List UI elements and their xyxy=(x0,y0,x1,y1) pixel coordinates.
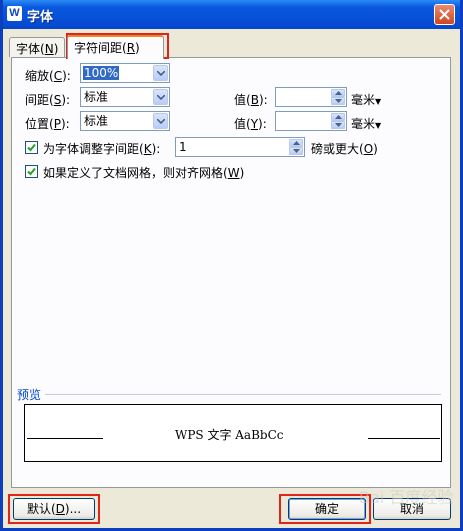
spacing-value-hotkey: B xyxy=(250,93,259,107)
arrow-up-icon xyxy=(335,91,342,95)
preview-box: WPS 文字 AaBbCc xyxy=(24,404,442,462)
position-value-spinner[interactable] xyxy=(275,111,347,131)
scale-dropdown-button[interactable] xyxy=(153,65,168,81)
position-label-text: 位置 xyxy=(25,117,50,131)
grid-align-hotkey: W xyxy=(227,166,240,180)
position-unit-label: 毫米 xyxy=(351,117,376,131)
kerning-hotkey: K xyxy=(143,142,152,156)
caret-down-icon: ▼ xyxy=(375,97,382,106)
arrow-down-icon xyxy=(335,99,342,103)
chevron-down-icon xyxy=(157,95,165,100)
close-button[interactable] xyxy=(434,4,455,25)
position-value-down-button[interactable] xyxy=(331,121,345,129)
scale-label-text: 缩放 xyxy=(25,69,50,83)
spacing-hotkey: S xyxy=(53,93,62,107)
spacing-select[interactable]: 标准 xyxy=(80,87,170,107)
position-value-hotkey: Y xyxy=(250,117,259,131)
kerning-down-button[interactable] xyxy=(289,147,303,155)
wps-writer-icon: W xyxy=(7,6,22,21)
default-button-ellipsis: ... xyxy=(69,502,82,516)
kerning-size-spinner[interactable]: 1 xyxy=(175,137,305,157)
grid-align-label-text: 如果定义了文档网格，则对齐网格 xyxy=(43,166,224,180)
tab-character-spacing[interactable]: 字符间距(R) xyxy=(67,35,164,59)
default-button-label: 默认 xyxy=(26,502,51,516)
position-value-up-button[interactable] xyxy=(331,113,345,121)
default-button-hotkey: D xyxy=(55,502,65,516)
position-hotkey: P xyxy=(53,117,61,131)
grid-align-checkbox[interactable] xyxy=(25,165,38,178)
scale-hotkey: C xyxy=(53,69,63,83)
kerning-suffix-text: 磅或更大 xyxy=(311,142,360,156)
checkmark-icon xyxy=(27,167,36,176)
checkmark-icon xyxy=(27,143,36,152)
watermark: Bai 百度经验 xyxy=(359,488,454,507)
spacing-dropdown-button[interactable] xyxy=(153,89,168,105)
kerning-size-input[interactable]: 1 xyxy=(179,140,187,154)
font-dialog: W 字体 字体(N) 字符间距(R) 缩放(C): 100% 间距(S): 标准… xyxy=(0,0,463,531)
position-value: 标准 xyxy=(84,114,109,128)
spacing-value-down-button[interactable] xyxy=(331,97,345,105)
scale-value: 100% xyxy=(83,66,120,80)
tab-font[interactable]: 字体(N) xyxy=(9,37,65,57)
preview-sample-text: WPS 文字 AaBbCc xyxy=(175,428,284,442)
preview-baseline-left xyxy=(27,438,103,439)
tab-font-hotkey: N xyxy=(44,42,54,56)
default-button[interactable]: 默认(D)... xyxy=(13,498,95,520)
arrow-up-icon xyxy=(335,115,342,119)
position-label: 位置(P): xyxy=(25,117,70,131)
chevron-down-icon xyxy=(157,119,165,124)
kerning-suffix: 磅或更大(O) xyxy=(311,142,378,156)
arrow-down-icon xyxy=(335,123,342,127)
spacing-value: 标准 xyxy=(84,90,109,104)
title-bar[interactable]: W 字体 xyxy=(3,0,460,29)
kerning-suffix-hotkey: O xyxy=(363,142,374,156)
position-value-label: 值(Y): xyxy=(234,117,267,131)
position-dropdown-button[interactable] xyxy=(153,113,168,129)
window-title: 字体 xyxy=(27,10,54,25)
scale-label: 缩放(C): xyxy=(25,69,71,83)
position-value-label-text: 值 xyxy=(234,117,247,131)
position-select[interactable]: 标准 xyxy=(80,111,170,131)
ok-button[interactable]: 确定 xyxy=(288,498,366,520)
kerning-label[interactable]: 为字体调整字间距(K): xyxy=(43,140,160,157)
kerning-up-button[interactable] xyxy=(289,139,303,147)
spacing-value-label: 值(B): xyxy=(234,93,268,107)
spacing-value-up-button[interactable] xyxy=(331,89,345,97)
grid-align-label[interactable]: 如果定义了文档网格，则对齐网格(W) xyxy=(43,164,244,181)
arrow-down-icon xyxy=(293,149,300,153)
preview-divider xyxy=(45,394,441,395)
preview-label: 预览 xyxy=(17,388,42,402)
chevron-down-icon xyxy=(157,71,165,76)
position-unit-dropdown[interactable]: 毫米▼ xyxy=(351,115,381,132)
tab-spacing-hotkey: R xyxy=(126,41,136,55)
arrow-up-icon xyxy=(293,141,300,145)
spacing-unit-dropdown[interactable]: 毫米▼ xyxy=(351,91,381,108)
tab-spacing-label: 字符间距 xyxy=(74,41,123,55)
close-icon xyxy=(439,9,450,20)
kerning-label-text: 为字体调整字间距 xyxy=(43,142,140,156)
tab-font-label: 字体 xyxy=(16,42,41,56)
spacing-value-label-text: 值 xyxy=(234,93,247,107)
spacing-unit-label: 毫米 xyxy=(351,93,376,107)
kerning-checkbox[interactable] xyxy=(25,141,38,154)
caret-down-icon: ▼ xyxy=(375,121,382,130)
scale-select[interactable]: 100% xyxy=(80,63,170,83)
spacing-label: 间距(S): xyxy=(25,93,71,107)
preview-baseline-right xyxy=(368,438,440,439)
spacing-value-spinner[interactable] xyxy=(275,87,347,107)
spacing-label-text: 间距 xyxy=(25,93,50,107)
